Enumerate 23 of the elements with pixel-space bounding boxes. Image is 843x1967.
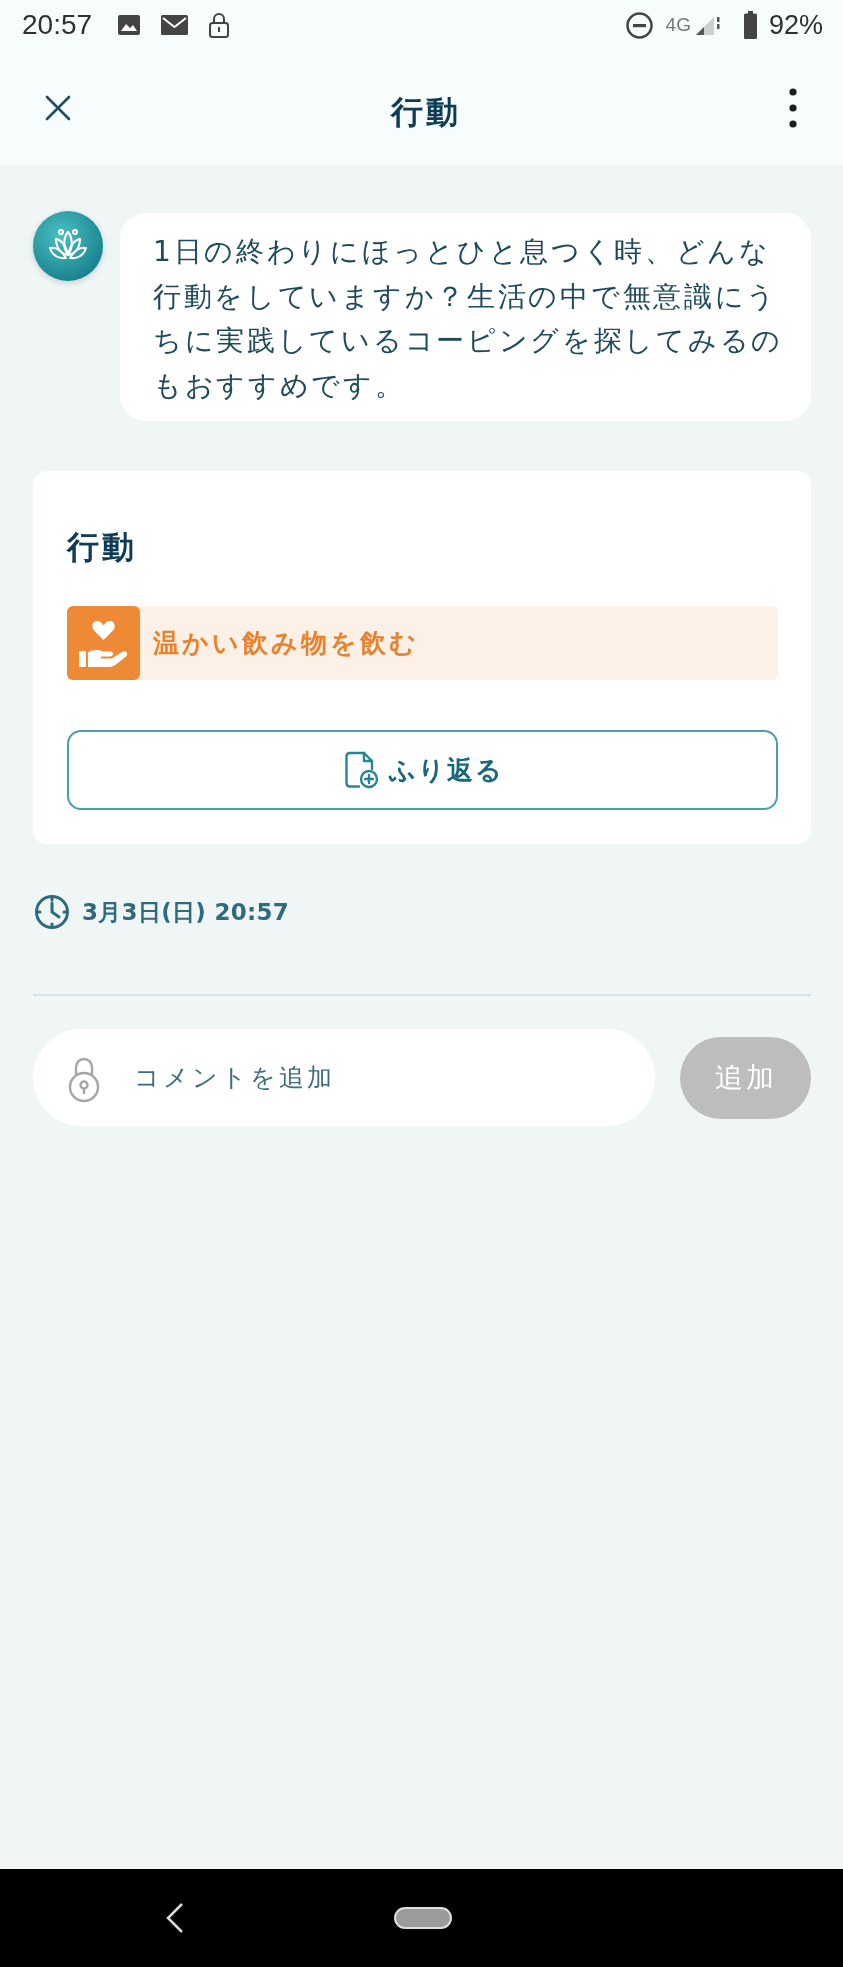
- timestamp: 3月3日(日) 20:57: [82, 897, 290, 927]
- message-text: 1日の終わりにほっとひと息つく時、どんな行動をしていますか？生活の中で無意識にうちに実践しているコーピングを探してみるのもおすすめです。: [153, 234, 784, 404]
- network-type: 4G: [665, 14, 691, 36]
- do-not-disturb-icon: [625, 11, 653, 39]
- clock-icon: [34, 894, 70, 930]
- signal-icon: [694, 14, 720, 36]
- battery-icon: [743, 11, 757, 39]
- lotus-avatar-icon: [33, 211, 103, 281]
- screen-title: 行動: [390, 91, 461, 132]
- heart-in-hand-icon: [67, 606, 140, 680]
- review-button[interactable]: ふり返る: [67, 730, 778, 810]
- action-label: 温かい飲み物を飲む: [153, 626, 419, 660]
- card-title: 行動: [67, 527, 138, 567]
- lock-icon: [208, 12, 231, 38]
- mail-icon: [161, 15, 189, 35]
- more-options-icon: [789, 87, 797, 128]
- comment-field[interactable]: コメントを追加: [33, 1029, 655, 1126]
- image-icon: [118, 15, 141, 35]
- home-pill-icon[interactable]: [394, 1907, 452, 1929]
- close-icon: [45, 94, 71, 121]
- status-time: 20:57: [22, 9, 93, 41]
- back-icon[interactable]: [166, 1902, 184, 1934]
- battery-level: 92%: [768, 9, 823, 41]
